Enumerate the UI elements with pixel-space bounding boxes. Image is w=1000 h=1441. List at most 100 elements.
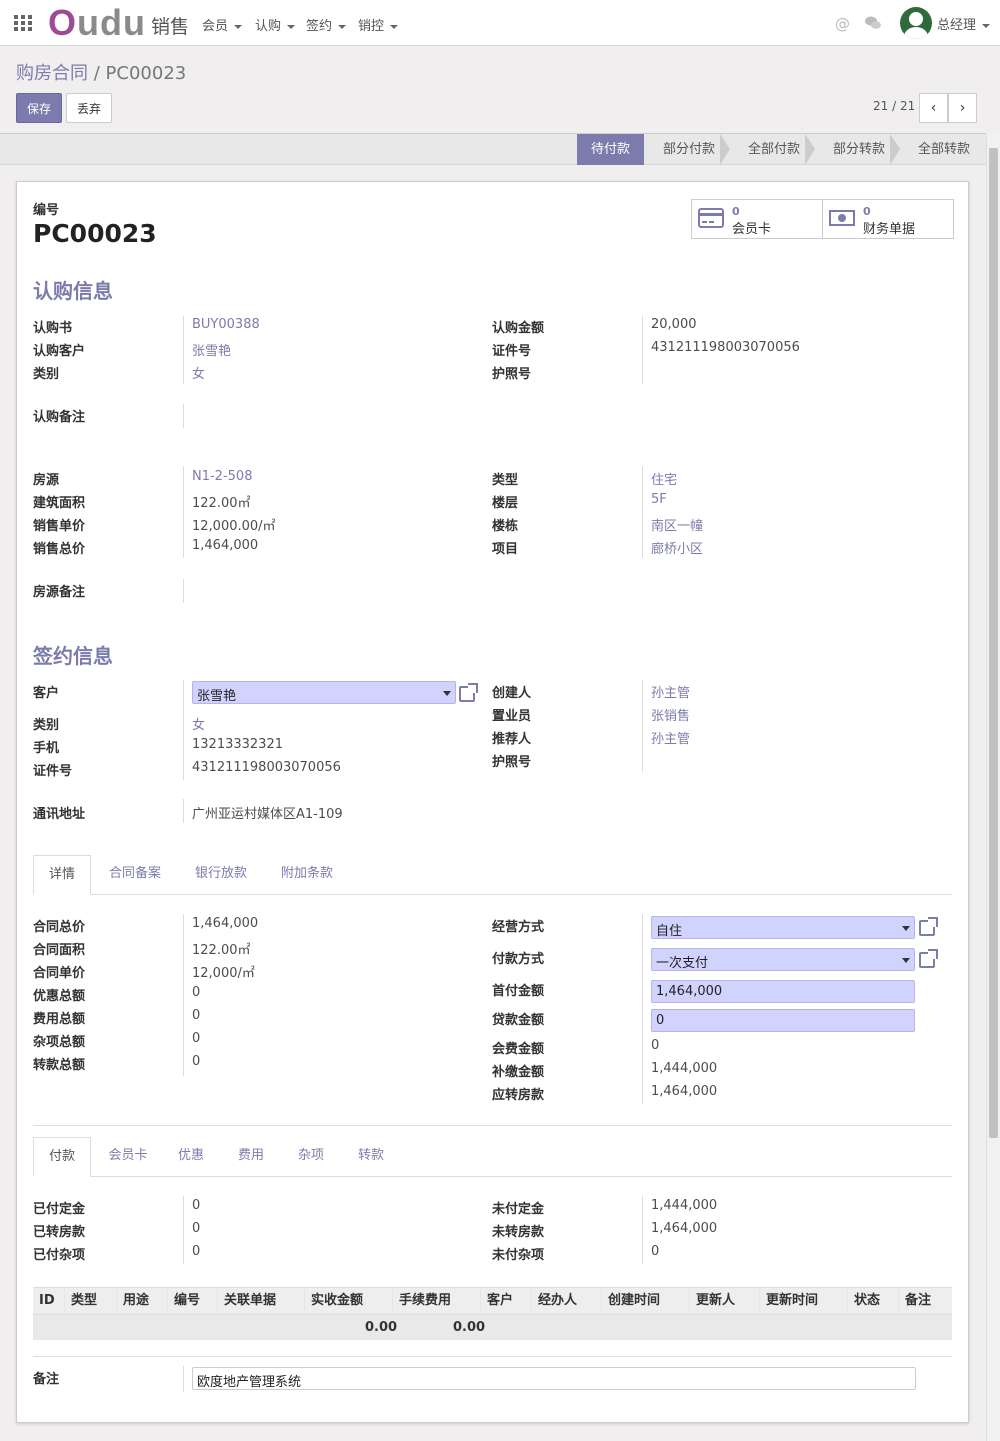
column-header[interactable]: 用途 [117,1287,168,1314]
field-label: 合同面积 [33,943,86,958]
scrollbar-thumb[interactable] [989,148,998,1138]
breadcrumb-parent[interactable]: 购房合同 [16,63,88,84]
save-button[interactable]: 保存 [16,93,62,123]
subscription-doc-link[interactable]: BUY00388 [192,317,260,332]
tab-contract-filing[interactable]: 合同备案 [103,855,167,895]
external-link-icon[interactable] [919,917,938,936]
external-link-icon[interactable] [919,949,938,968]
field-label: 类型 [492,473,519,488]
detail-tabs: 详情 合同备案 银行放款 附加条款 [33,855,952,895]
supplement-amount: 1,444,000 [651,1061,718,1076]
scrollbar[interactable] [986,134,1000,1441]
contract-total: 1,464,000 [192,916,259,931]
column-header[interactable]: 状态 [848,1287,899,1314]
field-label: 已付杂项 [33,1248,86,1263]
field-label: 优惠总额 [33,989,86,1004]
app-name: 销售 [151,16,190,38]
pager-next-button[interactable]: › [948,93,977,123]
property-building-link[interactable]: 南区一幢 [651,515,703,534]
salesperson-link[interactable]: 张销售 [651,705,690,724]
apps-grid-icon[interactable] [14,15,32,31]
field-label: 备注 [33,1372,60,1387]
field-label: 认购书 [33,321,73,336]
tab-transfer[interactable]: 转款 [353,1137,389,1177]
top-navbar: Oudu 销售 会员 认购 签约 销控 @ 总经理 [0,0,1000,46]
untransferred-payment: 1,464,000 [651,1221,718,1236]
pager-counter[interactable]: 21 / 21 [873,99,915,113]
dropdown-arrow-icon [902,958,910,963]
menu-member[interactable]: 会员 [202,15,243,34]
transfer-total: 0 [192,1054,201,1069]
subscription-category-link[interactable]: 女 [192,363,205,382]
loan-amount-input[interactable]: 0 [651,1009,915,1032]
finance-docs-smart-button[interactable]: 0 财务单据 [822,199,954,239]
column-header[interactable]: 创建时间 [602,1287,690,1314]
tab-bank-loan[interactable]: 银行放款 [189,855,253,895]
external-link-icon[interactable] [459,683,478,702]
field-label: 补缴金额 [492,1065,545,1080]
column-header[interactable]: 关联单据 [218,1287,305,1314]
field-label: 认购备注 [33,410,86,425]
stage-full-transfer[interactable]: 全部转款 [905,134,983,165]
tab-details[interactable]: 详情 [33,855,91,895]
field-label: 证件号 [492,344,532,359]
down-payment-input[interactable]: 1,464,000 [651,980,915,1003]
menu-subscription[interactable]: 认购 [255,15,296,34]
money-icon [829,210,855,226]
column-header[interactable]: 手续费用 [393,1287,481,1314]
contract-area: 122.00㎡ [192,943,251,958]
property-project-link[interactable]: 廊桥小区 [651,538,703,557]
member-card-smart-button[interactable]: 0 会员卡 [691,199,823,239]
remark-input[interactable]: 欧度地产管理系统 [192,1367,916,1390]
menu-sales-control[interactable]: 销控 [358,15,399,34]
tab-discount[interactable]: 优惠 [173,1137,209,1177]
operation-mode-select[interactable]: 自住 [651,916,915,939]
breadcrumb: 购房合同 / PC00023 [16,59,186,85]
property-type-link[interactable]: 住宅 [651,469,677,488]
column-header[interactable]: 更新时间 [760,1287,848,1314]
tab-member-card[interactable]: 会员卡 [103,1137,153,1177]
column-header[interactable]: 客户 [481,1287,532,1314]
column-header[interactable]: 经办人 [532,1287,602,1314]
menu-signing[interactable]: 签约 [306,15,347,34]
signing-phone: 13213332321 [192,737,283,752]
user-menu[interactable]: 总经理 [937,14,991,33]
stage-separator [805,134,815,165]
pager-previous-button[interactable]: ‹ [919,93,948,123]
unpaid-deposit: 1,444,000 [651,1198,718,1213]
column-header[interactable]: 类型 [65,1287,117,1314]
stage-partial-transfer[interactable]: 部分转款 [820,134,898,165]
column-header[interactable]: 编号 [168,1287,218,1314]
field-label: 应转房款 [492,1088,545,1103]
stage-partial-payment[interactable]: 部分付款 [650,134,728,165]
payment-method-select[interactable]: 一次支付 [651,948,915,971]
property-unit-link[interactable]: N1-2-508 [192,469,252,484]
status-bar: 待付款 部分付款 全部付款 部分转款 全部转款 [0,133,986,165]
tab-misc[interactable]: 杂项 [293,1137,329,1177]
column-header[interactable]: 备注 [899,1287,952,1314]
membership-fee: 0 [651,1038,660,1053]
tab-fees[interactable]: 费用 [233,1137,269,1177]
unpaid-misc: 0 [651,1244,660,1259]
referrer-link[interactable]: 孙主管 [651,728,690,747]
chat-icon[interactable] [864,15,882,35]
column-header[interactable]: 更新人 [690,1287,760,1314]
stage-pending-payment[interactable]: 待付款 [577,134,644,165]
column-header[interactable]: ID [33,1287,65,1314]
discard-button[interactable]: 丢弃 [66,93,112,123]
customer-select[interactable]: 张雪艳 [192,681,456,704]
field-label: 通讯地址 [33,807,86,822]
creator-link[interactable]: 孙主管 [651,682,690,701]
property-floor-link[interactable]: 5F [651,492,667,507]
at-mention-icon[interactable]: @ [835,15,850,33]
payment-tabs: 付款 会员卡 优惠 费用 杂项 转款 [33,1137,952,1177]
user-avatar[interactable] [900,7,932,39]
tab-extra-terms[interactable]: 附加条款 [275,855,339,895]
tab-payment[interactable]: 付款 [33,1137,91,1177]
column-header[interactable]: 实收金额 [305,1287,393,1314]
mailing-address: 广州亚运村媒体区A1-109 [192,807,343,822]
subscription-customer-link[interactable]: 张雪艳 [192,340,231,359]
signing-category-link[interactable]: 女 [192,714,205,733]
property-unit-price: 12,000.00/㎡ [192,519,276,534]
stage-full-payment[interactable]: 全部付款 [735,134,813,165]
